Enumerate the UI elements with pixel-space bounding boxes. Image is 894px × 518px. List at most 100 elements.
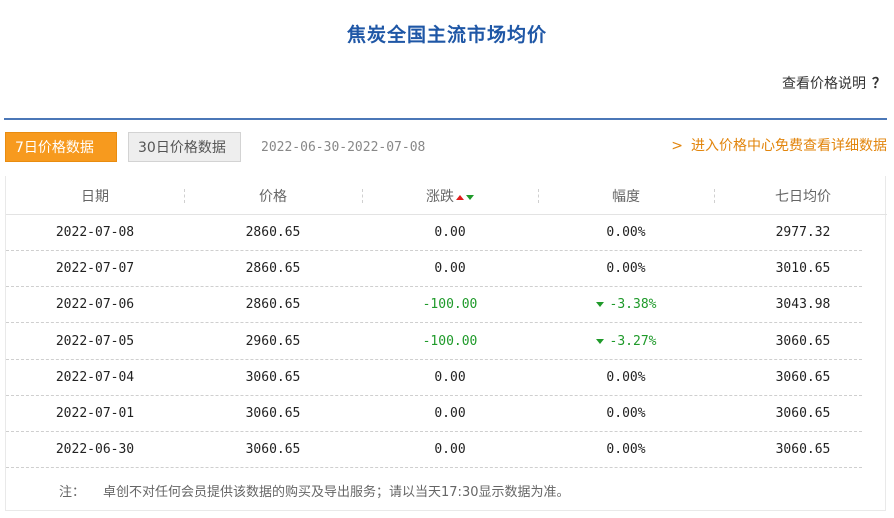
- row-change-value: 0.00: [434, 369, 466, 385]
- table-row: 2022-07-05 2960.65 -100.00 -3.27% 3060.65: [6, 323, 862, 360]
- row-7day-average-value: 3060.65: [775, 442, 831, 458]
- row-percent-value: 0.00%: [606, 442, 646, 458]
- row-price: 3060.65: [184, 442, 362, 457]
- row-percent-value: 0.00%: [606, 261, 646, 277]
- price-center-link[interactable]: > 进入价格中心免费查看详细数据: [671, 135, 887, 155]
- row-date-value: 2022-07-04: [55, 369, 135, 385]
- row-change: 0.00: [362, 370, 538, 385]
- arrow-down-icon: [595, 338, 604, 344]
- row-change: 0.00: [362, 406, 538, 421]
- row-percent-value: 0.00%: [606, 406, 646, 421]
- footnote-text: 卓创不对任何会员提供该数据的购买及导出服务；请以当天17:30显示数据为准。: [103, 485, 570, 500]
- footnote-label: 注：: [59, 485, 86, 500]
- row-change-value: -100.00: [422, 297, 478, 313]
- price-explanation-link[interactable]: 查看价格说明 ？: [782, 73, 886, 93]
- sort-up-icon[interactable]: [456, 194, 464, 200]
- row-percent: 0.00%: [538, 370, 714, 385]
- row-date-value: 2022-07-08: [55, 225, 135, 240]
- table-row: 2022-07-04 3060.65 0.00 0.00% 3060.65: [6, 359, 862, 396]
- header-change-label: 涨跌: [426, 189, 454, 205]
- header-price: 价格: [259, 189, 287, 205]
- row-date: 2022-07-06: [6, 297, 184, 312]
- row-change-value: 0.00: [434, 261, 466, 277]
- row-price: 2860.65: [184, 297, 362, 312]
- row-7day-average-value: 3060.65: [775, 333, 831, 349]
- sort-down-icon[interactable]: [466, 194, 474, 200]
- row-percent: 0.00%: [538, 261, 714, 276]
- row-percent: -3.38%: [538, 297, 714, 312]
- row-percent-value: 0.00%: [606, 369, 646, 385]
- row-change: -100.00: [362, 334, 538, 349]
- row-date: 2022-07-07: [6, 261, 184, 276]
- price-center-link-label: 进入价格中心免费查看详细数据: [691, 138, 887, 154]
- row-date-value: 2022-07-07: [55, 261, 135, 277]
- row-7day-average: 3043.98: [714, 297, 892, 312]
- date-range: 2022-06-30-2022-07-08: [261, 140, 426, 155]
- header-divider: [4, 118, 887, 120]
- row-7day-average: 3060.65: [714, 334, 892, 349]
- table-row: 2022-07-01 3060.65 0.00 0.00% 3060.65: [6, 395, 862, 432]
- row-change-value: 0.00: [434, 225, 466, 240]
- row-7day-average-value: 3060.65: [775, 369, 831, 385]
- row-percent-value: -3.38%: [609, 297, 657, 313]
- header-date: 日期: [81, 189, 109, 205]
- row-percent-value: 0.00%: [606, 225, 646, 240]
- row-date: 2022-07-04: [6, 370, 184, 385]
- row-percent: 0.00%: [538, 406, 714, 421]
- row-change-value: -100.00: [422, 333, 478, 349]
- table-row: 2022-07-07 2860.65 0.00 0.00% 3010.65: [6, 250, 862, 288]
- row-price: 3060.65: [184, 406, 362, 421]
- table-header: 日期 价格 涨跌 幅度 七日均价: [6, 176, 887, 215]
- row-percent: -3.27%: [538, 334, 714, 349]
- row-change: 0.00: [362, 442, 538, 457]
- row-price: 2860.65: [184, 261, 362, 276]
- header-7day-average: 七日均价: [775, 189, 831, 205]
- table-row: 2022-07-06 2860.65 -100.00 -3.38% 3043.98: [6, 286, 862, 324]
- header-change[interactable]: 涨跌: [362, 186, 538, 206]
- price-explanation-label: 查看价格说明: [782, 76, 866, 92]
- question-icon: ？: [872, 76, 886, 92]
- row-price-value: 2960.65: [245, 333, 301, 349]
- row-date: 2022-07-05: [6, 334, 184, 349]
- row-change: -100.00: [362, 297, 538, 312]
- page-title: 焦炭全国主流市场均价: [346, 24, 547, 46]
- row-date: 2022-07-08: [6, 225, 184, 240]
- row-price-value: 3060.65: [245, 369, 301, 385]
- row-date-value: 2022-06-30: [55, 442, 135, 458]
- row-date-value: 2022-07-06: [55, 297, 135, 313]
- row-change: 0.00: [362, 225, 538, 240]
- row-7day-average-value: 3060.65: [775, 406, 831, 421]
- price-table: 日期 价格 涨跌 幅度 七日均价 2022-07-08 2860.65 0.00 0.…: [5, 176, 887, 511]
- row-7day-average-value: 2977.32: [775, 225, 831, 240]
- row-price: 2960.65: [184, 334, 362, 349]
- row-price: 3060.65: [184, 370, 362, 385]
- tab-30-day-data[interactable]: 30日价格数据: [128, 132, 241, 162]
- row-price-value: 3060.65: [245, 442, 301, 458]
- row-price-value: 2860.65: [245, 261, 301, 277]
- row-date-value: 2022-07-01: [55, 406, 135, 421]
- row-date-value: 2022-07-05: [55, 333, 135, 349]
- row-percent: 0.00%: [538, 442, 714, 457]
- table-row: 2022-06-30 3060.65 0.00 0.00% 3060.65: [6, 431, 862, 469]
- row-7day-average: 2977.32: [714, 225, 892, 240]
- footnote: 注： 卓创不对任何会员提供该数据的购买及导出服务；请以当天17:30显示数据为准。: [59, 481, 569, 500]
- row-change-value: 0.00: [434, 442, 466, 458]
- chevron-right-icon: >: [671, 138, 683, 154]
- row-change-value: 0.00: [434, 406, 466, 421]
- row-price-value: 3060.65: [245, 406, 301, 421]
- row-date: 2022-06-30: [6, 442, 184, 457]
- table-row: 2022-07-08 2860.65 0.00 0.00% 2977.32: [6, 214, 862, 251]
- row-7day-average: 3010.65: [714, 261, 892, 276]
- row-percent-value: -3.27%: [609, 333, 657, 349]
- row-date: 2022-07-01: [6, 406, 184, 421]
- arrow-down-icon: [595, 302, 604, 308]
- row-percent: 0.00%: [538, 225, 714, 240]
- row-7day-average: 3060.65: [714, 370, 892, 385]
- row-7day-average: 3060.65: [714, 406, 892, 421]
- row-price-value: 2860.65: [245, 225, 301, 240]
- tab-7-day-data[interactable]: 7日价格数据: [5, 132, 117, 162]
- row-7day-average: 3060.65: [714, 442, 892, 457]
- row-change: 0.00: [362, 261, 538, 276]
- row-price-value: 2860.65: [245, 297, 301, 313]
- header-percent: 幅度: [612, 189, 640, 205]
